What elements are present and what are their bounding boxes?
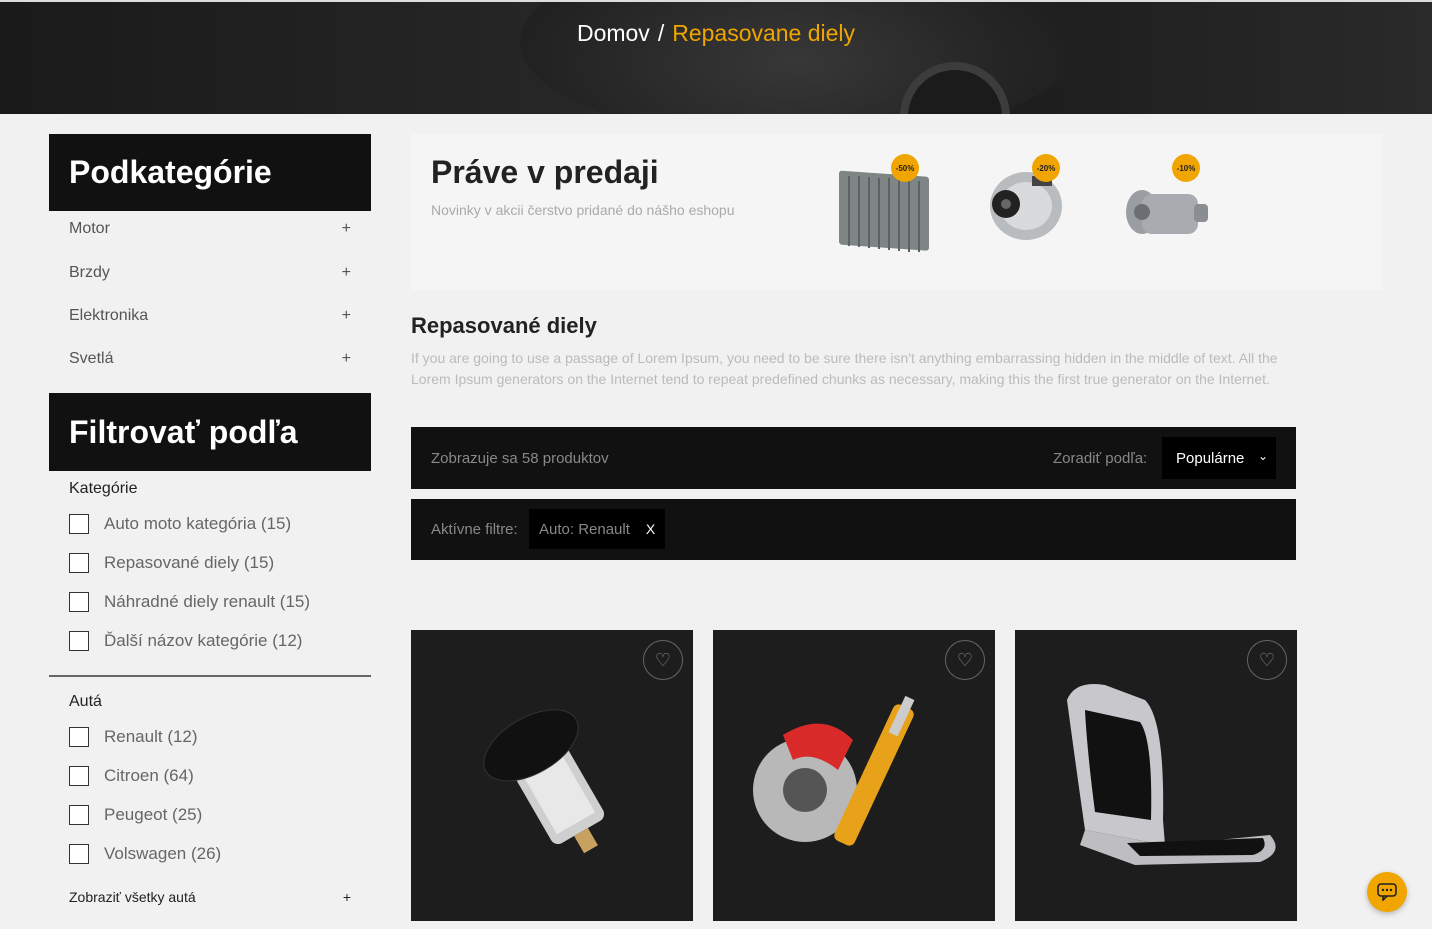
section-description: If you are going to use a passage of Lor…: [411, 350, 1278, 387]
sidebar-item-label: Svetlá: [69, 350, 114, 367]
breadcrumb-separator: /: [657, 20, 665, 46]
checkbox-label: Peugeot (25): [104, 805, 203, 824]
wishlist-heart-icon[interactable]: ♡: [945, 640, 985, 680]
breadcrumb-current: Repasovane diely: [672, 20, 856, 46]
discount-badge: -10%: [1172, 154, 1200, 182]
sidebar-item-brzdy[interactable]: Brzdy +: [69, 264, 351, 282]
checkbox-label: Renault (12): [104, 727, 198, 746]
active-filter-chip[interactable]: Auto: Renault X: [529, 509, 666, 549]
sidebar-item-label: Brzdy: [69, 264, 110, 281]
results-toolbar: Zobrazuje sa 58 produktov Zoradiť podľa:…: [411, 427, 1296, 489]
checkbox-label: Ďalší názov kategórie (12): [104, 631, 303, 650]
promo-item-transmission[interactable]: -10%: [1116, 154, 1226, 254]
radiator-image: [839, 170, 929, 252]
checkbox[interactable]: [69, 844, 89, 864]
divider: [49, 675, 371, 677]
car-filter-option[interactable]: Renault (12): [69, 727, 198, 747]
checkbox[interactable]: [69, 727, 89, 747]
promo-title: Práve v predaji: [431, 154, 659, 190]
sort-select[interactable]: Populárne ⌄: [1162, 437, 1276, 479]
results-count: Zobrazuje sa 58 produktov: [431, 450, 609, 467]
breadcrumb-home[interactable]: Domov: [577, 20, 650, 46]
filter-heading: Filtrovať podľa: [49, 393, 371, 471]
show-all-label: Zobraziť všetky autá: [69, 889, 196, 905]
checkbox[interactable]: [69, 514, 89, 534]
car-filter-option[interactable]: Citroen (64): [69, 766, 194, 786]
category-filter-option[interactable]: Auto moto kategória (15): [69, 514, 291, 534]
promo-subtitle: Novinky v akcii čerstvo pridané do nášho…: [431, 202, 735, 218]
car-filter-option[interactable]: Peugeot (25): [69, 805, 202, 825]
checkbox[interactable]: [69, 592, 89, 612]
checkbox-label: Náhradné diely renault (15): [104, 592, 311, 611]
product-card-seat-cushion[interactable]: ♡: [1015, 630, 1297, 921]
sidebar-item-label: Motor: [69, 220, 110, 237]
cars-filter-title: Autá: [69, 693, 102, 710]
alternator-image: [990, 172, 1062, 240]
plus-icon[interactable]: +: [342, 264, 351, 282]
remove-filter-button[interactable]: X: [646, 521, 655, 537]
subcategories-heading: Podkategórie: [49, 134, 371, 211]
category-filter-title: Kategórie: [69, 480, 138, 497]
sidebar-item-elektronika[interactable]: Elektronika +: [69, 307, 351, 325]
promo-box: Práve v predaji Novinky v akcii čerstvo …: [411, 134, 1382, 290]
sidebar-item-svetla[interactable]: Svetlá +: [69, 350, 351, 368]
chat-icon: [1377, 883, 1397, 901]
checkbox[interactable]: [69, 553, 89, 573]
show-all-cars-link[interactable]: Zobraziť všetky autá +: [69, 889, 351, 905]
wishlist-heart-icon[interactable]: ♡: [643, 640, 683, 680]
checkbox-label: Auto moto kategória (15): [104, 514, 292, 533]
checkbox-label: Repasované diely (15): [104, 553, 275, 572]
checkbox[interactable]: [69, 766, 89, 786]
section-title: Repasované diely: [411, 313, 597, 338]
sort-value: Populárne: [1176, 449, 1245, 467]
active-filters-label: Aktívne filtre:: [431, 521, 518, 538]
discount-badge: -50%: [891, 154, 919, 182]
category-filter-option[interactable]: Repasované diely (15): [69, 553, 274, 573]
breadcrumb: Domov / Repasovane diely: [0, 20, 1432, 47]
category-filter-option[interactable]: Náhradné diely renault (15): [69, 592, 310, 612]
chat-button[interactable]: [1367, 872, 1407, 912]
chip-label: Auto: Renault: [539, 520, 630, 538]
promo-item-alternator[interactable]: -20%: [976, 154, 1086, 254]
plus-icon[interactable]: +: [343, 889, 351, 905]
transmission-image: [1126, 190, 1208, 234]
discount-badge: -20%: [1032, 154, 1060, 182]
checkbox-label: Citroen (64): [104, 766, 194, 785]
checkbox[interactable]: [69, 805, 89, 825]
promo-item-radiator[interactable]: -50%: [831, 154, 941, 254]
chevron-down-icon: ⌄: [1257, 449, 1268, 463]
hero-banner: Domov / Repasovane diely: [0, 0, 1432, 114]
active-filters-bar: Aktívne filtre: Auto: Renault X: [411, 499, 1296, 560]
category-filter-option[interactable]: Ďalší názov kategórie (12): [69, 631, 302, 651]
product-card-power-outlet[interactable]: ♡: [411, 630, 693, 921]
checkbox[interactable]: [69, 631, 89, 651]
plus-icon[interactable]: +: [342, 220, 351, 238]
wishlist-heart-icon[interactable]: ♡: [1247, 640, 1287, 680]
plus-icon[interactable]: +: [342, 307, 351, 325]
sidebar-item-motor[interactable]: Motor +: [69, 220, 351, 238]
checkbox-label: Volswagen (26): [104, 844, 222, 863]
sidebar-item-label: Elektronika: [69, 307, 149, 324]
sort-label: Zoradiť podľa:: [1053, 450, 1148, 467]
product-card-brake-and-shock[interactable]: ♡: [713, 630, 995, 921]
plus-icon[interactable]: +: [342, 350, 351, 368]
car-filter-option[interactable]: Volswagen (26): [69, 844, 221, 864]
